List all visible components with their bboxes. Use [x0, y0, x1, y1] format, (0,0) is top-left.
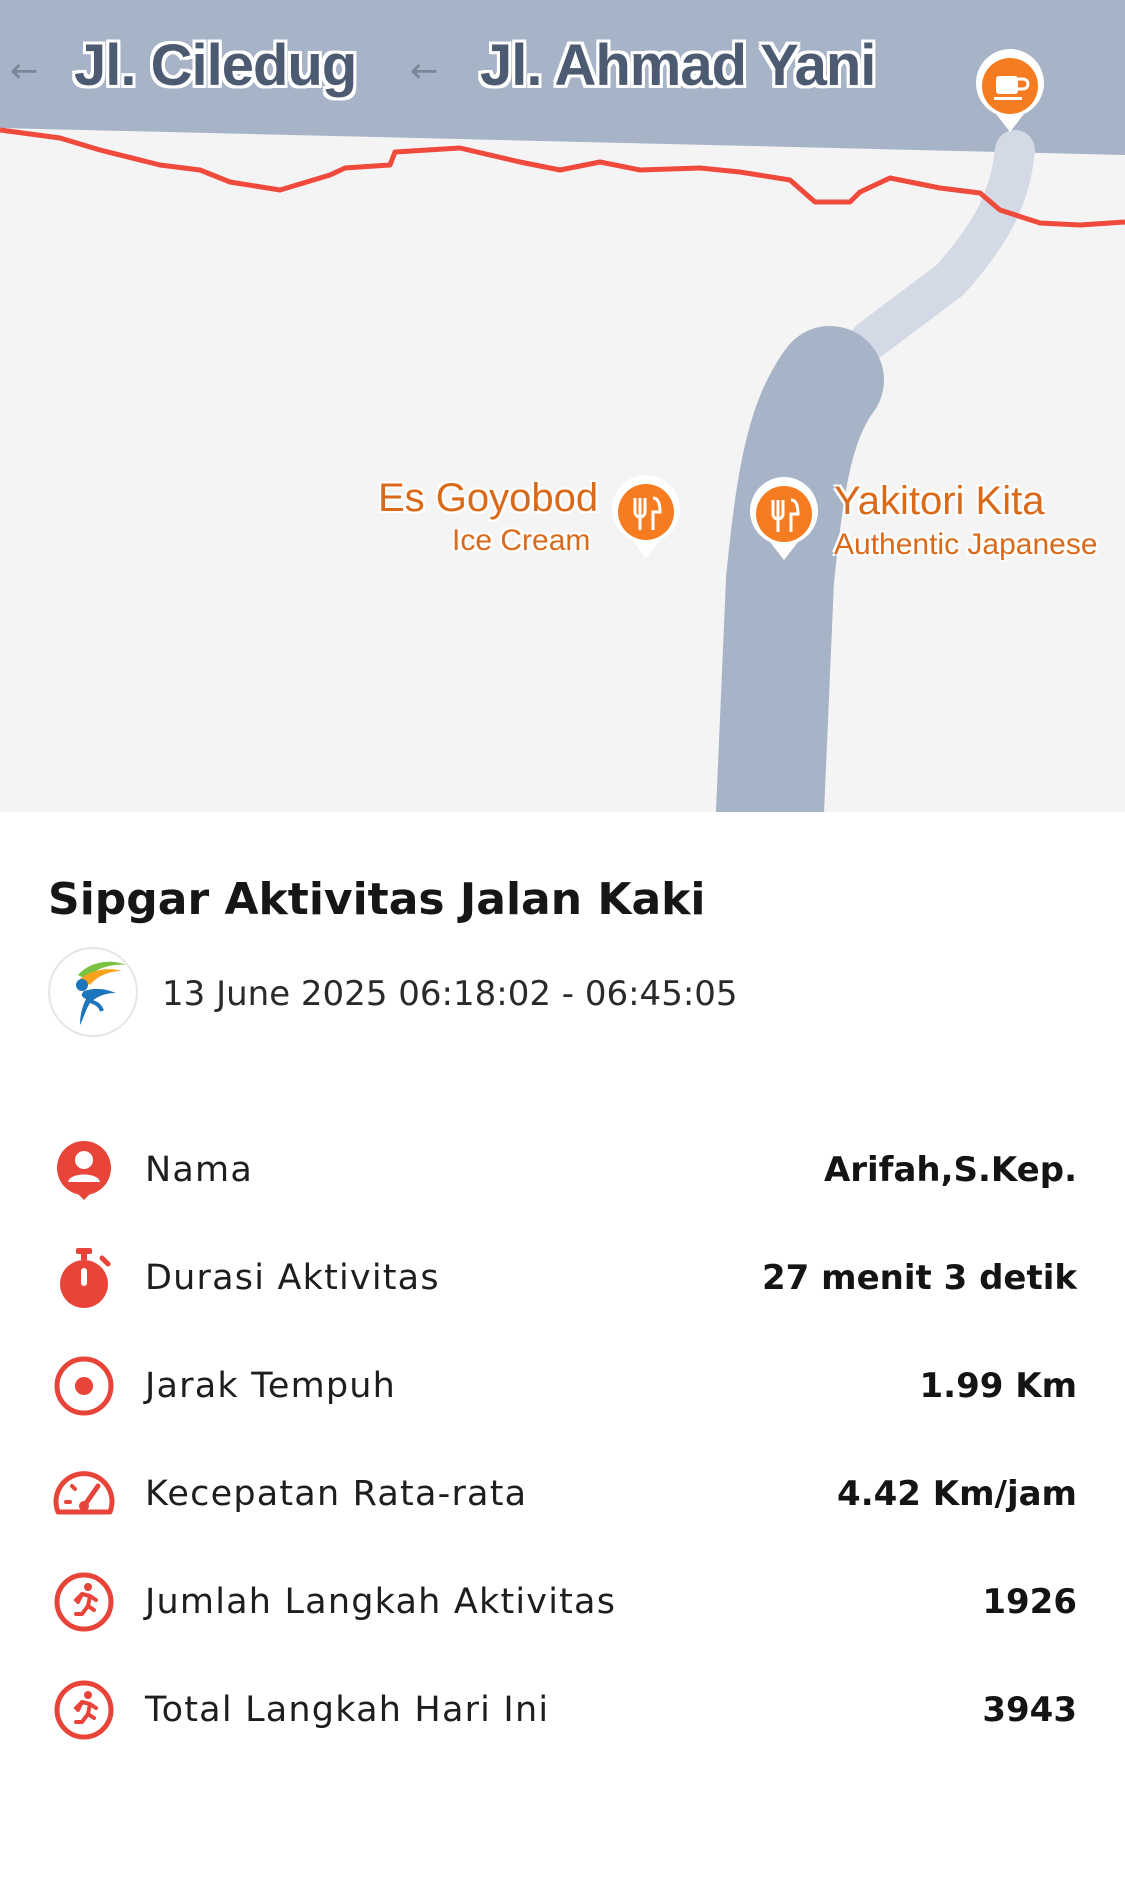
activity-card: Sipgar Aktivitas Jalan Kaki 13 June 2025…	[0, 812, 1125, 1896]
direction-arrow-icon: ←	[10, 51, 39, 91]
speedometer-icon	[53, 1471, 115, 1515]
stat-value: 27 menit 3 detik	[762, 1258, 1077, 1298]
road-label-jl-ciledug: Jl. Ciledug	[74, 33, 357, 98]
stat-value: 3943	[982, 1690, 1077, 1730]
app-logo	[48, 947, 138, 1037]
map-view[interactable]: ← Jl. Ciledug ← Jl. Ahmad Yani Es Goyobo…	[0, 0, 1125, 812]
stopwatch-icon	[60, 1248, 111, 1308]
stat-label: Nama	[145, 1150, 253, 1190]
target-icon	[54, 1356, 114, 1416]
poi-name-es-goyobod[interactable]: Es Goyobod	[378, 478, 598, 518]
map-canvas	[0, 0, 1125, 812]
restaurant-icon[interactable]	[608, 474, 684, 560]
poi-name-yakitori-kita[interactable]: Yakitori Kita	[834, 481, 1044, 521]
stat-label: Jarak Tempuh	[145, 1366, 397, 1406]
restaurant-icon[interactable]	[746, 476, 822, 562]
stat-value: 1926	[982, 1582, 1077, 1622]
user-pin-icon	[57, 1141, 111, 1200]
activity-date-range: 13 June 2025 06:18:02 - 06:45:05	[162, 974, 738, 1014]
card-title: Sipgar Aktivitas Jalan Kaki	[48, 874, 706, 925]
poi-category-authentic-japanese: Authentic Japanese	[834, 528, 1098, 561]
stat-value: 4.42 Km/jam	[837, 1474, 1077, 1514]
major-road-vertical	[716, 326, 884, 812]
stat-label: Durasi Aktivitas	[145, 1258, 440, 1298]
stat-row-durasi-aktivitas: Durasi Aktivitas 27 menit 3 detik	[0, 1224, 1125, 1332]
stat-value: Arifah,S.Kep.	[823, 1150, 1077, 1190]
poi-category-ice-cream: Ice Cream	[452, 524, 591, 557]
stat-value: 1.99 Km	[919, 1366, 1078, 1406]
runner-icon	[54, 1680, 114, 1740]
stat-row-jumlah-langkah-aktivitas: Jumlah Langkah Aktivitas 1926	[0, 1548, 1125, 1656]
stat-row-total-langkah-hari-ini: Total Langkah Hari Ini 3943	[0, 1656, 1125, 1764]
cafe-icon[interactable]	[972, 48, 1048, 134]
stat-label: Kecepatan Rata-rata	[145, 1474, 528, 1514]
stat-label: Total Langkah Hari Ini	[145, 1690, 550, 1730]
stat-label: Jumlah Langkah Aktivitas	[145, 1582, 617, 1622]
direction-arrow-icon: ←	[410, 51, 439, 91]
stat-row-nama: Nama Arifah,S.Kep.	[0, 1116, 1125, 1224]
road-label-jl-ahmad-yani: Jl. Ahmad Yani	[480, 33, 876, 98]
stat-row-jarak-tempuh: Jarak Tempuh 1.99 Km	[0, 1332, 1125, 1440]
runner-icon	[54, 1572, 114, 1632]
stat-row-kecepatan-rata-rata: Kecepatan Rata-rata 4.42 Km/jam	[0, 1440, 1125, 1548]
